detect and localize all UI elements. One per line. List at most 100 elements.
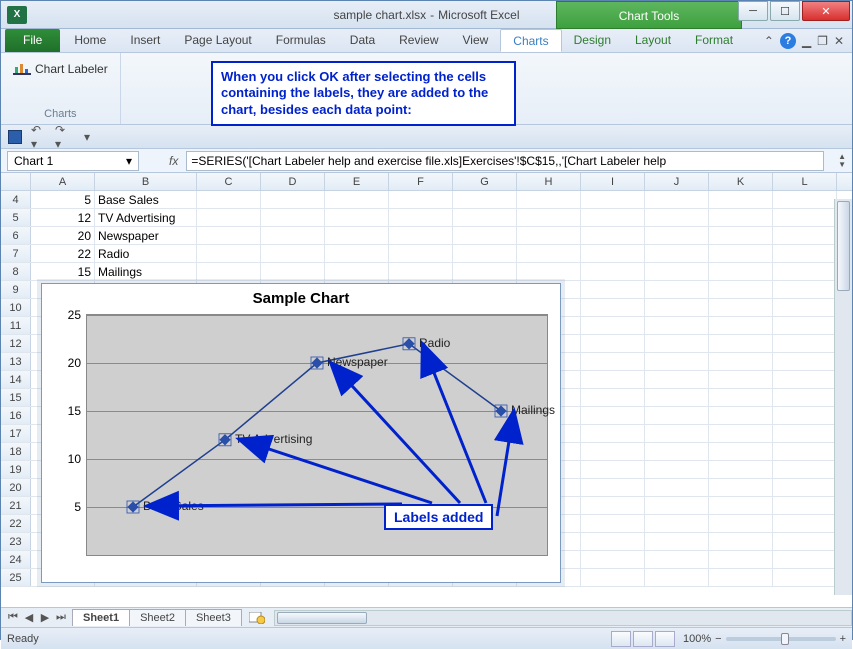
- cell[interactable]: [581, 389, 645, 406]
- row-header[interactable]: 4: [1, 191, 31, 208]
- cell[interactable]: [581, 371, 645, 388]
- cell[interactable]: [261, 227, 325, 244]
- sheet-tab-2[interactable]: Sheet2: [129, 609, 186, 626]
- cell[interactable]: [709, 299, 773, 316]
- row-header[interactable]: 21: [1, 497, 31, 514]
- tab-design[interactable]: Design: [562, 29, 623, 52]
- cell[interactable]: [581, 209, 645, 226]
- tab-view[interactable]: View: [451, 29, 501, 52]
- cell[interactable]: 22: [31, 245, 95, 262]
- tab-insert[interactable]: Insert: [118, 29, 172, 52]
- cell[interactable]: [645, 263, 709, 280]
- vertical-scrollbar[interactable]: [834, 199, 852, 595]
- row-header[interactable]: 25: [1, 569, 31, 586]
- cell[interactable]: [261, 245, 325, 262]
- zoom-thumb[interactable]: [781, 633, 789, 645]
- cell[interactable]: [773, 209, 837, 226]
- minimize-button[interactable]: ─: [738, 1, 768, 21]
- cell[interactable]: [709, 227, 773, 244]
- cell[interactable]: [709, 371, 773, 388]
- maximize-button[interactable]: ☐: [770, 1, 800, 21]
- tab-review[interactable]: Review: [387, 29, 450, 52]
- horizontal-scrollbar[interactable]: [274, 610, 852, 626]
- cell[interactable]: [325, 209, 389, 226]
- row-header[interactable]: 6: [1, 227, 31, 244]
- col-F[interactable]: F: [389, 173, 453, 190]
- cell[interactable]: [709, 245, 773, 262]
- cell[interactable]: [773, 497, 837, 514]
- row-header[interactable]: 16: [1, 407, 31, 424]
- cell[interactable]: [581, 407, 645, 424]
- cell[interactable]: [581, 515, 645, 532]
- tab-format[interactable]: Format: [683, 29, 745, 52]
- col-B[interactable]: B: [95, 173, 197, 190]
- row-header[interactable]: 19: [1, 461, 31, 478]
- row-header[interactable]: 23: [1, 533, 31, 550]
- cell[interactable]: [709, 569, 773, 586]
- sheet-tab-1[interactable]: Sheet1: [72, 609, 130, 626]
- hscroll-thumb[interactable]: [277, 612, 367, 624]
- tab-layout[interactable]: Layout: [623, 29, 683, 52]
- cell[interactable]: [197, 263, 261, 280]
- cell[interactable]: [773, 533, 837, 550]
- cell[interactable]: [773, 515, 837, 532]
- cell[interactable]: 12: [31, 209, 95, 226]
- tab-data[interactable]: Data: [338, 29, 387, 52]
- cell[interactable]: [709, 515, 773, 532]
- cell[interactable]: [453, 209, 517, 226]
- cell[interactable]: [709, 209, 773, 226]
- cell[interactable]: [773, 569, 837, 586]
- formula-bar[interactable]: [186, 151, 824, 171]
- cell[interactable]: [709, 479, 773, 496]
- col-A[interactable]: A: [31, 173, 95, 190]
- window-min-icon[interactable]: ▁: [802, 34, 811, 48]
- cell[interactable]: [581, 425, 645, 442]
- cell[interactable]: [773, 443, 837, 460]
- cell[interactable]: [325, 263, 389, 280]
- qat-customize-button[interactable]: ▾: [79, 129, 95, 145]
- row-header[interactable]: 8: [1, 263, 31, 280]
- cell[interactable]: [645, 317, 709, 334]
- cell[interactable]: [581, 227, 645, 244]
- cell[interactable]: [261, 191, 325, 208]
- minimize-ribbon-icon[interactable]: ⌃: [764, 34, 774, 48]
- view-normal-button[interactable]: [611, 631, 631, 647]
- cell[interactable]: [645, 299, 709, 316]
- cell[interactable]: [581, 317, 645, 334]
- select-all-corner[interactable]: [1, 173, 31, 190]
- cell[interactable]: Radio: [95, 245, 197, 262]
- cell[interactable]: [453, 227, 517, 244]
- col-E[interactable]: E: [325, 173, 389, 190]
- embedded-chart[interactable]: Sample Chart 510152025Base SalesTV Adver…: [41, 283, 561, 583]
- name-box-input[interactable]: [14, 154, 104, 168]
- row-header[interactable]: 14: [1, 371, 31, 388]
- cell[interactable]: [517, 245, 581, 262]
- cell[interactable]: [709, 461, 773, 478]
- cell[interactable]: [709, 317, 773, 334]
- cell[interactable]: [517, 227, 581, 244]
- cell[interactable]: [645, 335, 709, 352]
- cell[interactable]: Newspaper: [95, 227, 197, 244]
- cell[interactable]: [645, 533, 709, 550]
- chart-labeler-button[interactable]: Chart Labeler: [13, 61, 108, 77]
- row-header[interactable]: 17: [1, 425, 31, 442]
- tab-formulas[interactable]: Formulas: [264, 29, 338, 52]
- cell[interactable]: [709, 497, 773, 514]
- cell[interactable]: [261, 263, 325, 280]
- cell[interactable]: [645, 407, 709, 424]
- col-D[interactable]: D: [261, 173, 325, 190]
- cell[interactable]: [709, 353, 773, 370]
- formula-scroll-down-icon[interactable]: ▼: [838, 161, 846, 169]
- row-header[interactable]: 24: [1, 551, 31, 568]
- name-box-dropdown-icon[interactable]: ▾: [126, 154, 132, 168]
- col-C[interactable]: C: [197, 173, 261, 190]
- cell[interactable]: [581, 281, 645, 298]
- cell[interactable]: [517, 263, 581, 280]
- sheet-nav-last-icon[interactable]: ⏭: [53, 611, 69, 624]
- row-header[interactable]: 15: [1, 389, 31, 406]
- cell[interactable]: Mailings: [95, 263, 197, 280]
- cell[interactable]: [517, 191, 581, 208]
- cell[interactable]: [709, 263, 773, 280]
- cell[interactable]: [325, 191, 389, 208]
- cell[interactable]: Base Sales: [95, 191, 197, 208]
